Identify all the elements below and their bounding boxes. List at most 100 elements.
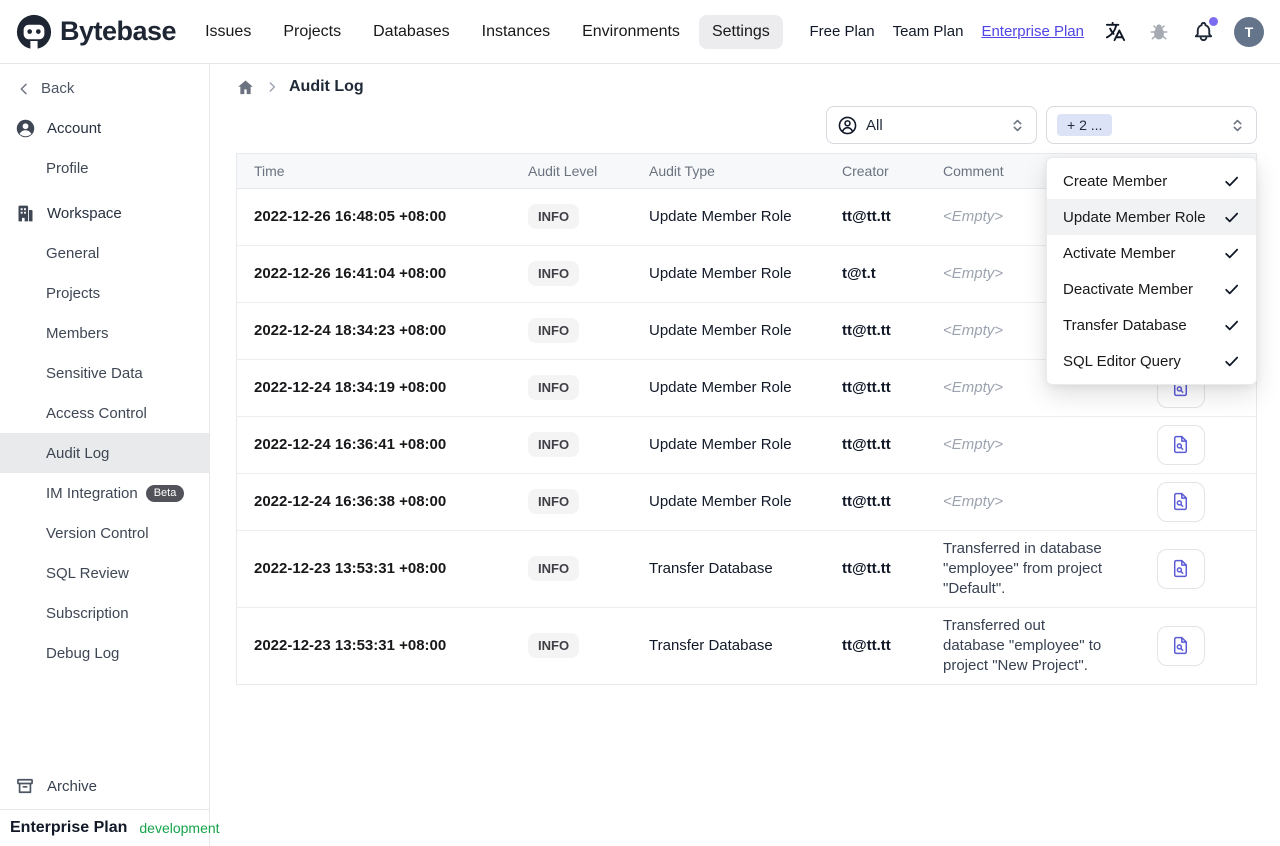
sidebar-item-subscription[interactable]: Subscription — [0, 593, 209, 633]
column-header-audit-type: Audit Type — [649, 154, 842, 189]
nav-item-label: Databases — [373, 22, 450, 40]
sidebar-item-audit-log[interactable]: Audit Log — [0, 433, 209, 473]
sidebar-item-members[interactable]: Members — [0, 313, 209, 353]
cell-audit-type: Transfer Database — [649, 606, 842, 684]
plan-footer: Enterprise Plan development — [0, 809, 220, 846]
view-detail-button[interactable] — [1156, 625, 1205, 666]
audit-level-badge: INFO — [528, 204, 580, 229]
sidebar-item-general[interactable]: General — [0, 233, 209, 273]
cell-creator: tt@tt.tt — [842, 606, 943, 684]
enterprise-plan-link[interactable]: Enterprise Plan — [981, 23, 1084, 40]
sidebar-item-archive[interactable]: Archive — [0, 763, 209, 809]
cell-comment: <Empty> — [943, 472, 1115, 530]
avatar[interactable]: T — [1234, 16, 1264, 47]
cell-time: 2022-12-24 18:34:23 +08:00 — [237, 301, 528, 359]
sidebar-item-version-control[interactable]: Version Control — [0, 513, 209, 553]
archive-icon — [17, 778, 33, 794]
audit-log-row: 2022-12-24 16:36:41 +08:00 INFO Update M… — [237, 415, 1256, 473]
cell-audit-type: Transfer Database — [649, 529, 842, 607]
menu-item-label: Create Member — [1063, 172, 1168, 190]
column-header-creator: Creator — [842, 154, 943, 189]
audit-level-badge: INFO — [528, 261, 580, 286]
app-root: Bytebase Issues Projects Databases Instance… — [0, 0, 1280, 846]
menu-item-activate-member[interactable]: Activate Member — [1047, 235, 1256, 271]
bytebase-logo[interactable]: Bytebase — [16, 14, 177, 50]
archive-label: Archive — [47, 777, 98, 795]
topbar-right: Free Plan Team Plan Enterprise Plan T — [810, 16, 1264, 47]
menu-item-transfer-database[interactable]: Transfer Database — [1047, 307, 1256, 343]
free-plan-link[interactable]: Free Plan — [810, 23, 875, 40]
nav-item-databases[interactable]: Databases — [360, 15, 463, 49]
audit-level-badge: INFO — [528, 556, 580, 581]
team-plan-link[interactable]: Team Plan — [893, 23, 964, 40]
main-nav: Issues Projects Databases Instances Environm… — [192, 14, 783, 49]
cell-time: 2022-12-26 16:41:04 +08:00 — [237, 244, 528, 302]
cell-audit-type: Update Member Role — [649, 244, 842, 302]
menu-item-label: Update Member Role — [1063, 208, 1206, 226]
beta-badge: Beta — [145, 484, 185, 502]
audit-level-badge: INFO — [528, 375, 580, 400]
cell-creator: tt@tt.tt — [842, 415, 943, 473]
cell-creator: tt@tt.tt — [842, 208, 891, 225]
creator-filter-value: All — [866, 116, 883, 134]
menu-item-label: Activate Member — [1063, 244, 1176, 262]
nav-item-instances[interactable]: Instances — [469, 15, 563, 49]
main-content: Audit Log All + 2 ... Time Audit Level A… — [210, 64, 1280, 846]
sidebar-item-access-control[interactable]: Access Control — [0, 393, 209, 433]
cell-time: 2022-12-26 16:48:05 +08:00 — [254, 208, 447, 225]
top-navigation-bar: Bytebase Issues Projects Databases Instance… — [0, 0, 1280, 64]
sidebar-item-label: Sensitive Data — [46, 364, 143, 382]
menu-item-create-member[interactable]: Create Member — [1047, 163, 1256, 199]
cell-audit-type: Update Member Role — [649, 472, 842, 530]
menu-item-update-member-role[interactable]: Update Member Role — [1047, 199, 1256, 235]
audit-type-filter-select[interactable]: + 2 ... — [1046, 106, 1257, 144]
sidebar-item-sql-review[interactable]: SQL Review — [0, 553, 209, 593]
account-section-items: Profile — [0, 148, 209, 188]
sidebar-item-label: SQL Review — [46, 564, 129, 582]
check-icon — [1225, 320, 1239, 330]
nav-item-issues[interactable]: Issues — [192, 15, 264, 49]
breadcrumb: Audit Log — [210, 64, 1280, 96]
nav-item-label: Instances — [481, 22, 551, 40]
bug-report-icon[interactable] — [1146, 19, 1172, 45]
creator-filter-select[interactable]: All — [826, 106, 1037, 144]
back-button[interactable]: Back — [0, 64, 209, 103]
nav-item-label: Settings — [711, 22, 770, 40]
notification-bell-icon[interactable] — [1190, 16, 1218, 45]
menu-item-deactivate-member[interactable]: Deactivate Member — [1047, 271, 1256, 307]
nav-item-projects[interactable]: Projects — [270, 15, 354, 49]
audit-level-badge: INFO — [528, 489, 580, 514]
chevron-left-icon — [20, 83, 27, 94]
cell-time: 2022-12-24 16:36:38 +08:00 — [237, 472, 528, 530]
language-switch-icon[interactable] — [1102, 19, 1128, 45]
sidebar-item-sensitive-data[interactable]: Sensitive Data — [0, 353, 209, 393]
sidebar-item-im-integration[interactable]: IM Integration Beta — [0, 473, 209, 513]
person-circle-icon — [838, 116, 857, 134]
column-header-audit-level: Audit Level — [528, 154, 649, 189]
bytebase-logo-icon — [16, 14, 52, 50]
sidebar-item-projects[interactable]: Projects — [0, 273, 209, 313]
audit-log-row: 2022-12-23 13:53:31 +08:00 INFO Transfer… — [237, 606, 1256, 684]
file-search-icon — [1173, 559, 1188, 578]
cell-time: 2022-12-24 16:36:41 +08:00 — [237, 415, 528, 473]
audit-log-row: 2022-12-24 16:36:38 +08:00 INFO Update M… — [237, 472, 1256, 530]
view-detail-button[interactable] — [1156, 548, 1205, 589]
sidebar-item-debug-log[interactable]: Debug Log — [0, 633, 209, 673]
view-detail-button[interactable] — [1156, 424, 1205, 465]
sorter-icon — [1009, 117, 1026, 134]
sidebar-item-label: Members — [46, 324, 109, 342]
home-icon[interactable] — [236, 78, 255, 97]
nav-item-environments[interactable]: Environments — [569, 15, 693, 49]
nav-item-label: Environments — [582, 22, 680, 40]
user-circle-icon — [16, 119, 35, 137]
view-detail-button[interactable] — [1156, 481, 1205, 522]
building-icon — [18, 205, 33, 221]
nav-item-settings[interactable]: Settings — [698, 14, 783, 49]
file-search-icon — [1173, 492, 1188, 511]
column-header-time: Time — [237, 154, 528, 189]
menu-item-label: Deactivate Member — [1063, 280, 1194, 298]
menu-item-sql-editor-query[interactable]: SQL Editor Query — [1047, 343, 1256, 379]
sidebar-item-profile[interactable]: Profile — [0, 148, 209, 188]
file-search-icon — [1173, 636, 1188, 655]
check-icon — [1225, 356, 1239, 366]
